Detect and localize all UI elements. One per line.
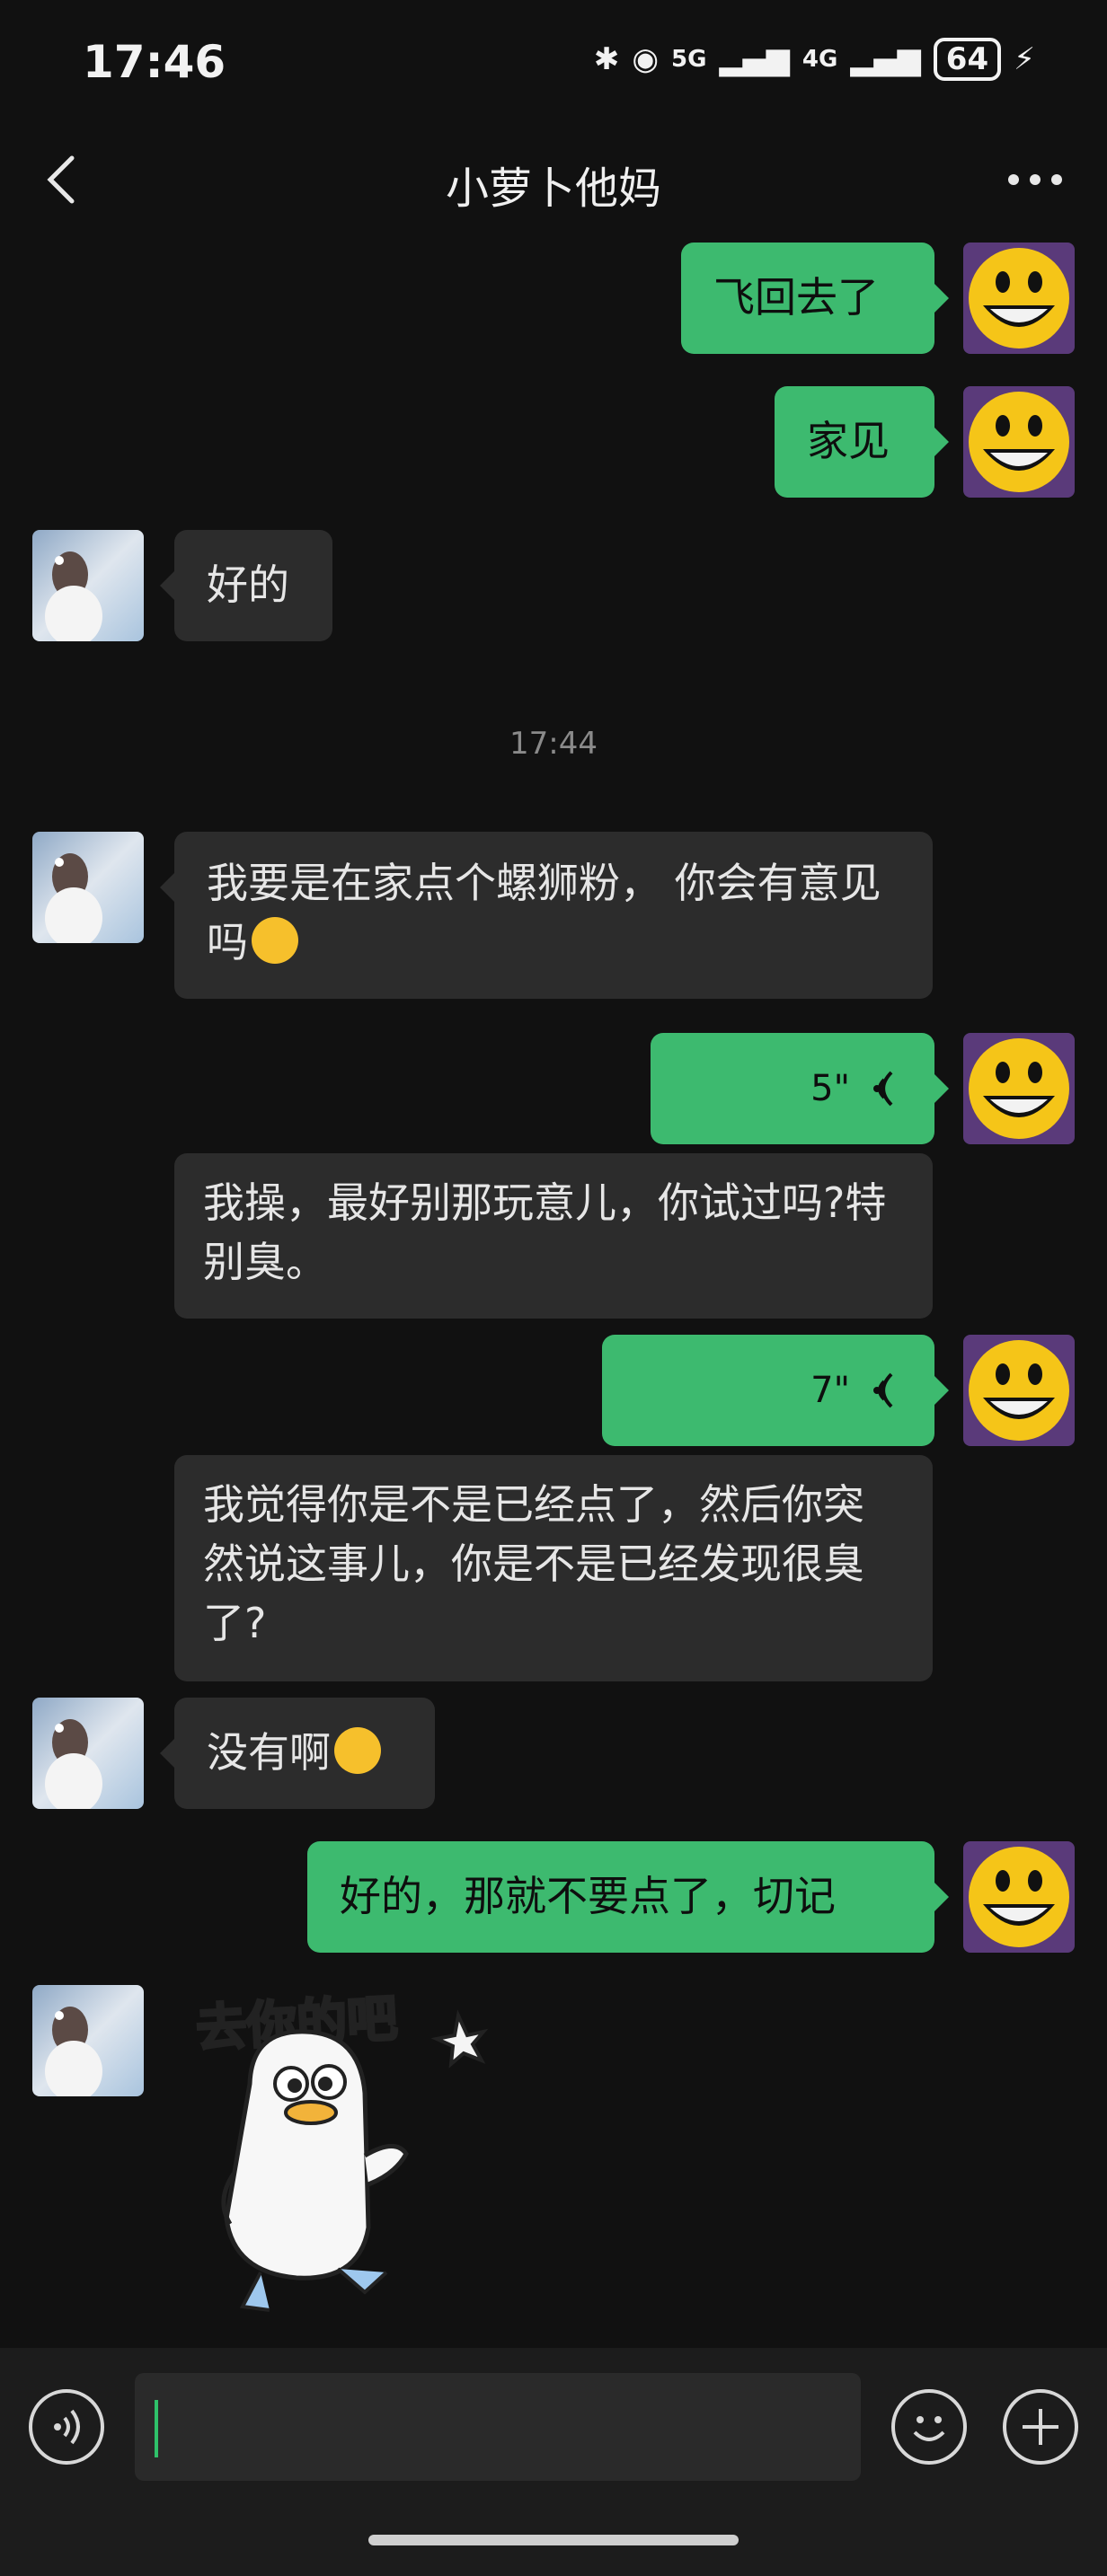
battery-level: 64 [933, 38, 1002, 81]
avatar-me[interactable] [963, 243, 1075, 354]
avatar-contact[interactable] [32, 1698, 144, 1809]
voice-message-sent[interactable]: 7" [602, 1335, 934, 1446]
avatar-me[interactable] [963, 386, 1075, 498]
network-4g-label: 4G [801, 46, 838, 73]
smiling-face-emoji-icon [334, 1727, 381, 1774]
voice-wave-icon [873, 1372, 893, 1408]
message-text: 没有啊 [207, 1728, 331, 1777]
more-actions-button[interactable] [1003, 2389, 1078, 2465]
message-text: 家见 [807, 417, 890, 465]
duck-sticker[interactable]: 去你的吧 [180, 1976, 521, 2326]
plus-icon [1023, 2409, 1058, 2445]
voice-icon [54, 2409, 80, 2445]
voice-message-sent[interactable]: 5" [651, 1033, 934, 1144]
voice-transcription-bubble[interactable]: 我觉得你是不是已经点了，然后你突然说这事儿，你是不是已经发现很臭了? [174, 1455, 933, 1681]
avatar-contact[interactable] [32, 1985, 144, 2096]
avatar-me[interactable] [963, 1841, 1075, 1953]
voice-duration: 5" [810, 1068, 850, 1109]
sad-face-emoji-icon [252, 917, 298, 964]
chat-header: 小萝卜他妈 [0, 126, 1107, 234]
location-icon: ◉ [632, 41, 660, 77]
voice-duration: 7" [810, 1370, 850, 1411]
smiley-avatar-icon [963, 243, 1075, 354]
contact-photo [32, 1985, 144, 2096]
message-bubble-sent[interactable]: 好的，那就不要点了，切记 [307, 1841, 934, 1953]
message-text: 好的，那就不要点了，切记 [340, 1872, 836, 1920]
bluetooth-icon: ✱ [593, 41, 620, 77]
message-input[interactable] [135, 2373, 861, 2481]
bubble-tail [934, 428, 949, 456]
smiley-avatar-icon [963, 386, 1075, 498]
more-button[interactable] [999, 153, 1071, 207]
bubble-tail [934, 1376, 949, 1405]
contact-photo [32, 832, 144, 943]
avatar-contact[interactable] [32, 832, 144, 943]
avatar-me[interactable] [963, 1335, 1075, 1446]
voice-wave-icon [873, 1071, 893, 1107]
bubble-tail [934, 284, 949, 313]
avatar-me[interactable] [963, 1033, 1075, 1144]
voice-transcription-bubble[interactable]: 我操，最好别那玩意儿，你试过吗?特别臭。 [174, 1153, 933, 1319]
signal-icon: ▂▄▆ [719, 41, 790, 77]
duck-sticker-icon [221, 2009, 489, 2312]
smiley-avatar-icon [963, 1841, 1075, 1953]
contact-photo [32, 1698, 144, 1809]
chat-title: 小萝卜他妈 [445, 163, 661, 214]
message-bubble-received[interactable]: 我要是在家点个螺狮粉， 你会有意见吗 [174, 832, 933, 999]
message-text: 我操，最好别那玩意儿，你试过吗?特别臭。 [203, 1178, 887, 1286]
smiley-avatar-icon [963, 1335, 1075, 1446]
message-text: 飞回去了 [713, 273, 879, 322]
charging-icon: ⚡ [1014, 41, 1035, 77]
message-bubble-received[interactable]: 好的 [174, 530, 332, 641]
emoji-button[interactable] [891, 2389, 967, 2465]
text-cursor [155, 2400, 158, 2457]
message-bubble-sent[interactable]: 家见 [775, 386, 934, 498]
status-bar: 17:46 ✱ ◉ 5G ▂▄▆ 4G ▂▄▆ 64 ⚡ [0, 0, 1107, 126]
bubble-tail [160, 1739, 174, 1768]
avatar-contact[interactable] [32, 530, 144, 641]
bubble-tail [160, 571, 174, 600]
message-text: 我觉得你是不是已经点了，然后你突然说这事儿，你是不是已经发现很臭了? [203, 1480, 864, 1647]
contact-photo [32, 530, 144, 641]
message-text: 我要是在家点个螺狮粉， 你会有意见吗 [207, 859, 881, 966]
message-text: 好的 [207, 560, 289, 609]
network-5g-label: 5G [671, 46, 707, 73]
emoji-icon [913, 2416, 945, 2441]
bubble-tail [160, 873, 174, 902]
voice-input-button[interactable] [29, 2389, 104, 2465]
signal-icon-2: ▂▄▆ [850, 41, 921, 77]
more-dots-icon [1008, 174, 1062, 185]
smiley-avatar-icon [963, 1033, 1075, 1144]
bubble-tail [934, 1883, 949, 1911]
home-indicator[interactable] [368, 2535, 739, 2545]
status-time: 17:46 [83, 36, 226, 88]
bubble-tail [934, 1074, 949, 1103]
message-timestamp: 17:44 [509, 726, 598, 762]
message-bubble-received[interactable]: 没有啊 [174, 1698, 435, 1809]
status-icons: ✱ ◉ 5G ▂▄▆ 4G ▂▄▆ 64 ⚡ [594, 38, 1035, 81]
message-bubble-sent[interactable]: 飞回去了 [681, 243, 934, 354]
